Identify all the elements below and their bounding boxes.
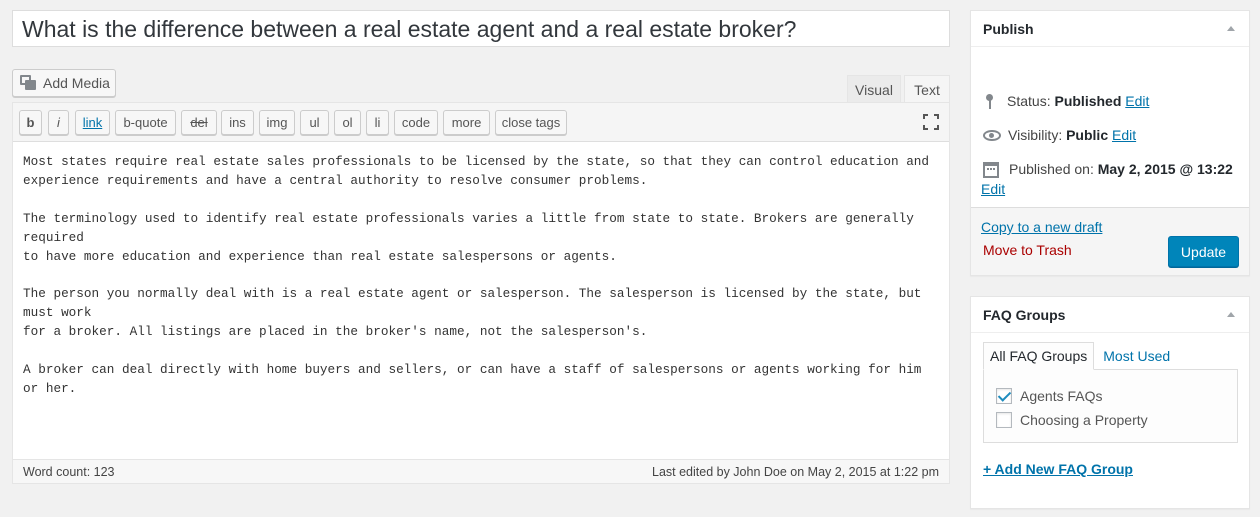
media-icon [20, 75, 37, 91]
visibility-row: Visibility: Public Edit [983, 127, 1136, 143]
text-editor: b i link b-quote del ins img ul ol li co… [12, 102, 950, 484]
calendar-icon [983, 162, 999, 178]
faq-groups-inside: All FAQ Groups Most Used Agents FAQs Cho… [971, 333, 1249, 510]
status-edit-link[interactable]: Edit [1125, 93, 1149, 109]
qt-code-button[interactable]: code [394, 110, 438, 135]
checkbox-checked-icon[interactable] [996, 388, 1012, 404]
pin-icon [983, 93, 997, 111]
visibility-value: Public [1066, 127, 1109, 143]
status-value: Published [1054, 93, 1122, 109]
qt-ul-button[interactable]: ul [300, 110, 329, 135]
fullscreen-icon[interactable] [923, 114, 939, 130]
qt-ins-button[interactable]: ins [221, 110, 254, 135]
qt-img-button[interactable]: img [259, 110, 295, 135]
faq-groups-checklist: Agents FAQs Choosing a Property [983, 369, 1238, 443]
editor-status-bar: Word count: 123 Last edited by John Doe … [13, 459, 949, 483]
faq-group-item-choosing-property[interactable]: Choosing a Property [996, 412, 1148, 428]
faq-group-label: Choosing a Property [1020, 412, 1148, 428]
faq-groups-box: FAQ Groups All FAQ Groups Most Used Agen… [970, 296, 1250, 509]
tab-most-used[interactable]: Most Used [1094, 342, 1176, 370]
qt-bold-button[interactable]: b [19, 110, 42, 135]
status-row: Status: Published Edit [983, 93, 1149, 111]
content-paragraph: The terminology used to identify real es… [23, 210, 914, 264]
copy-draft-link[interactable]: Copy to a new draft [981, 219, 1102, 235]
toggle-arrow-icon[interactable] [1227, 26, 1235, 31]
checkbox-icon[interactable] [996, 412, 1012, 428]
content-paragraph: The person you normally deal with is a r… [23, 286, 922, 339]
toggle-arrow-icon[interactable] [1227, 312, 1235, 317]
eye-icon [983, 130, 1001, 141]
faq-group-label: Agents FAQs [1020, 388, 1103, 404]
word-count: Word count: 123 [23, 464, 115, 479]
post-content-textarea[interactable]: Most states require real estate sales pr… [13, 142, 949, 460]
add-new-faq-group-link[interactable]: + Add New FAQ Group [983, 461, 1133, 477]
publish-box: Publish Status: Published Edit Visibilit… [970, 10, 1250, 276]
published-on-edit-link[interactable]: Edit [981, 181, 1005, 197]
qt-del-button[interactable]: del [181, 110, 217, 135]
qt-close-tags-button[interactable]: close tags [495, 110, 567, 135]
tab-visual[interactable]: Visual [847, 75, 901, 103]
faq-groups-heading: FAQ Groups [971, 297, 1249, 333]
qt-link-button[interactable]: link [75, 110, 110, 135]
published-on-label: Published on: [1009, 161, 1094, 177]
tab-all-faq-groups[interactable]: All FAQ Groups [983, 342, 1095, 370]
published-on-row: Published on: May 2, 2015 @ 13:22 [983, 161, 1233, 178]
qt-li-button[interactable]: li [366, 110, 389, 135]
status-label: Status: [1007, 93, 1051, 109]
update-button[interactable]: Update [1168, 236, 1239, 267]
add-media-label: Add Media [43, 75, 110, 91]
qt-bquote-button[interactable]: b-quote [115, 110, 176, 135]
visibility-edit-link[interactable]: Edit [1112, 127, 1136, 143]
visibility-label: Visibility: [1008, 127, 1063, 143]
content-paragraph: A broker can deal directly with home buy… [23, 361, 930, 396]
last-edited: Last edited by John Doe on May 2, 2015 a… [652, 464, 939, 479]
faq-group-item-agents[interactable]: Agents FAQs [996, 388, 1102, 404]
tab-text[interactable]: Text [904, 75, 950, 103]
major-publishing-actions: Copy to a new draft Move to Trash Update [971, 207, 1249, 275]
published-on-edit-row: Edit [981, 181, 1005, 197]
published-on-value: May 2, 2015 @ 13:22 [1097, 161, 1233, 177]
qt-more-button[interactable]: more [443, 110, 490, 135]
qt-ol-button[interactable]: ol [334, 110, 361, 135]
quicktags-toolbar: b i link b-quote del ins img ul ol li co… [13, 103, 949, 142]
content-paragraph: Most states require real estate sales pr… [23, 154, 930, 188]
post-title-input[interactable]: What is the difference between a real es… [12, 10, 950, 47]
add-media-button[interactable]: Add Media [12, 69, 116, 97]
qt-italic-button[interactable]: i [48, 110, 69, 135]
publish-heading: Publish [971, 11, 1249, 47]
faq-group-tabs: All FAQ Groups Most Used [983, 342, 1176, 370]
move-to-trash-link[interactable]: Move to Trash [983, 242, 1072, 258]
